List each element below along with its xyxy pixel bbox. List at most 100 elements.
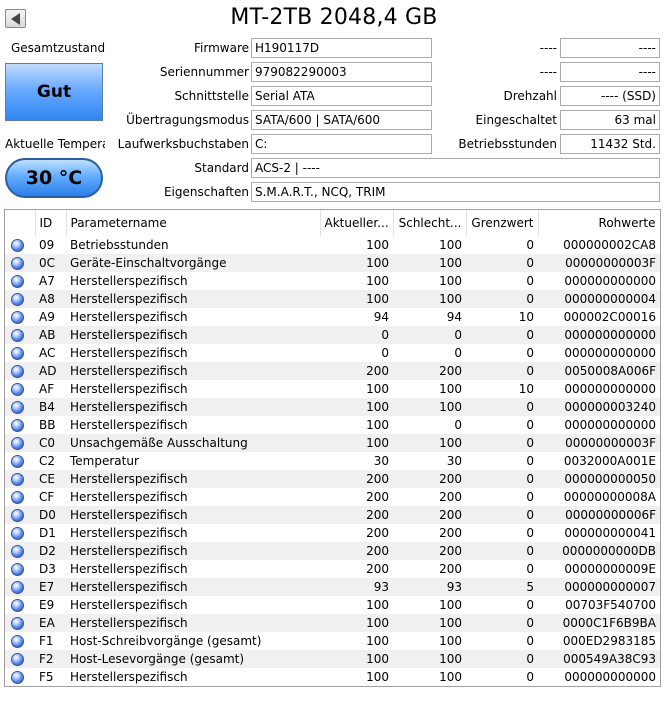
table-row[interactable]: B4 Herstellerspezifisch 100 100 0 00000000324… bbox=[5, 398, 660, 416]
firmware-field[interactable]: H190117D bbox=[251, 38, 432, 58]
power-on-hours-field[interactable]: 11432 Std. bbox=[560, 134, 660, 154]
threshold-cell: 0 bbox=[466, 254, 538, 272]
current-cell: 100 bbox=[366, 382, 389, 396]
table-row[interactable]: CF Herstellerspezifisch 200 200 0 00000000008… bbox=[5, 488, 660, 506]
parameter-name-cell: Herstellerspezifisch bbox=[66, 398, 320, 416]
header-parameter-name[interactable]: Parametername bbox=[66, 210, 321, 236]
status-dot-icon bbox=[11, 653, 24, 666]
worst-cell: 200 bbox=[393, 470, 466, 488]
table-row[interactable]: F1 Host-Schreibvorgänge (gesamt) 100 100 0 00… bbox=[5, 632, 660, 650]
current-cell: 200 bbox=[320, 470, 393, 488]
status-dot-icon bbox=[11, 401, 24, 414]
id-cell: C0 bbox=[35, 434, 66, 452]
serial-field[interactable]: 979082290003 bbox=[251, 62, 432, 82]
id-cell: 0C bbox=[35, 254, 66, 272]
table-row[interactable]: D1 Herstellerspezifisch 200 200 0 00000000004… bbox=[5, 524, 660, 542]
id-cell: E7 bbox=[35, 578, 66, 596]
parameter-name-cell: Herstellerspezifisch bbox=[66, 290, 320, 308]
current-cell: 100 bbox=[320, 290, 393, 308]
raw-value-cell: 00703F540700 bbox=[565, 598, 656, 612]
status-cell bbox=[5, 416, 35, 434]
health-status-badge[interactable]: Gut bbox=[5, 63, 103, 121]
id-cell: E9 bbox=[39, 598, 55, 612]
status-cell bbox=[5, 452, 35, 470]
interface-field[interactable]: Serial ATA bbox=[251, 86, 432, 106]
threshold-cell: 0 bbox=[466, 614, 538, 632]
parameter-name-cell: Herstellerspezifisch bbox=[66, 542, 320, 560]
drive-letters-field[interactable]: C: bbox=[251, 134, 432, 154]
table-row[interactable]: BB Herstellerspezifisch 100 0 0 000000000000 bbox=[5, 416, 660, 434]
temperature-badge[interactable]: 30 °C bbox=[5, 158, 103, 198]
rotation-rate-field[interactable]: ---- (SSD) bbox=[560, 86, 660, 106]
threshold-cell: 0 bbox=[526, 598, 534, 612]
standard-field[interactable]: ACS-2 | ---- bbox=[251, 158, 660, 178]
status-cell bbox=[5, 614, 35, 632]
table-row[interactable]: AC Herstellerspezifisch 0 0 0 000000000000 bbox=[5, 344, 660, 362]
worst-cell: 93 bbox=[393, 578, 466, 596]
table-row[interactable]: A7 Herstellerspezifisch 100 100 0 00000000000… bbox=[5, 272, 660, 290]
transfer-mode-field[interactable]: SATA/600 | SATA/600 bbox=[251, 110, 432, 130]
table-row[interactable]: CE Herstellerspezifisch 200 200 0 00000000005… bbox=[5, 470, 660, 488]
table-row[interactable]: AD Herstellerspezifisch 200 200 0 0050008A006… bbox=[5, 362, 660, 380]
worst-cell: 200 bbox=[393, 362, 466, 380]
worst-cell: 0 bbox=[454, 346, 462, 360]
table-row[interactable]: E9 Herstellerspezifisch 100 100 0 00703F54070… bbox=[5, 596, 660, 614]
power-on-count-field[interactable]: 63 mal bbox=[560, 110, 660, 130]
worst-cell: 200 bbox=[439, 562, 462, 576]
status-cell bbox=[5, 470, 35, 488]
header-threshold[interactable]: Grenzwert bbox=[466, 210, 539, 236]
raw-value-cell: 000000000050 bbox=[538, 470, 660, 488]
table-row[interactable]: EA Herstellerspezifisch 100 100 0 0000C1F6B9B… bbox=[5, 614, 660, 632]
worst-cell: 200 bbox=[439, 490, 462, 504]
threshold-cell: 0 bbox=[526, 562, 534, 576]
id-cell: CF bbox=[39, 490, 55, 504]
header-current[interactable]: Aktueller... bbox=[320, 210, 394, 236]
status-cell bbox=[5, 542, 35, 560]
unknown-2-field[interactable]: ---- bbox=[560, 62, 660, 82]
status-cell bbox=[5, 380, 35, 398]
header-status[interactable] bbox=[5, 210, 36, 236]
current-cell: 93 bbox=[320, 578, 393, 596]
raw-value-cell: 0050008A006F bbox=[538, 362, 660, 380]
table-row[interactable]: A8 Herstellerspezifisch 100 100 0 00000000000… bbox=[5, 290, 660, 308]
table-row[interactable]: 0C Geräte-Einschaltvorgänge 100 100 0 0000000… bbox=[5, 254, 660, 272]
raw-value-cell: 000000000041 bbox=[564, 526, 656, 540]
raw-value-cell: 000000000007 bbox=[538, 578, 660, 596]
raw-value-cell: 0000C1F6B9BA bbox=[538, 614, 660, 632]
id-cell: F5 bbox=[39, 670, 54, 684]
raw-value-cell: 00000000003F bbox=[538, 254, 660, 272]
table-row[interactable]: A9 Herstellerspezifisch 94 94 10 000002C00016 bbox=[5, 308, 660, 326]
table-row[interactable]: D2 Herstellerspezifisch 200 200 0 0000000000D… bbox=[5, 542, 660, 560]
table-row[interactable]: AB Herstellerspezifisch 0 0 0 000000000000 bbox=[5, 326, 660, 344]
header-id[interactable]: ID bbox=[35, 210, 67, 236]
parameter-name-cell: Betriebsstunden bbox=[70, 238, 169, 252]
threshold-cell: 0 bbox=[526, 274, 534, 288]
unknown-1-field[interactable]: ---- bbox=[560, 38, 660, 58]
table-row[interactable]: C0 Unsachgemäße Ausschaltung 100 100 0 000000… bbox=[5, 434, 660, 452]
features-field[interactable]: S.M.A.R.T., NCQ, TRIM bbox=[251, 182, 660, 202]
header-raw-values[interactable]: Rohwerte bbox=[538, 210, 660, 236]
current-cell: 30 bbox=[373, 454, 389, 468]
raw-value-cell: 000000000000 bbox=[564, 418, 656, 432]
unknown-2-label: ---- bbox=[539, 65, 557, 79]
transfer-mode-label: Übertragungsmodus bbox=[126, 113, 249, 127]
table-row[interactable]: C2 Temperatur 30 30 0 0032000A001E bbox=[5, 452, 660, 470]
raw-value-cell: 000000000000 bbox=[564, 274, 656, 288]
parameter-name-cell: Host-Schreibvorgänge (gesamt) bbox=[70, 634, 262, 648]
table-row[interactable]: 09 Betriebsstunden 100 100 0 000000002CA8 bbox=[5, 236, 660, 254]
current-cell: 100 bbox=[366, 598, 389, 612]
table-row[interactable]: F5 Herstellerspezifisch 100 100 0 00000000000… bbox=[5, 668, 660, 686]
table-row[interactable]: AF Herstellerspezifisch 100 100 10 0000000000… bbox=[5, 380, 660, 398]
header-worst[interactable]: Schlecht... bbox=[393, 210, 467, 236]
smart-attributes-table[interactable]: ID Parametername Aktueller... Schlecht..… bbox=[4, 209, 661, 687]
parameter-name-cell: Herstellerspezifisch bbox=[70, 310, 188, 324]
table-row[interactable]: F2 Host-Lesevorgänge (gesamt) 100 100 0 00054… bbox=[5, 650, 660, 668]
worst-cell: 100 bbox=[439, 238, 462, 252]
status-dot-icon bbox=[11, 671, 24, 684]
table-row[interactable]: E7 Herstellerspezifisch 93 93 5 000000000007 bbox=[5, 578, 660, 596]
table-row[interactable]: D3 Herstellerspezifisch 200 200 0 00000000009… bbox=[5, 560, 660, 578]
table-row[interactable]: D0 Herstellerspezifisch 200 200 0 00000000006… bbox=[5, 506, 660, 524]
status-dot-icon bbox=[11, 275, 24, 288]
id-cell: AF bbox=[39, 382, 55, 396]
threshold-cell: 0 bbox=[526, 526, 534, 540]
